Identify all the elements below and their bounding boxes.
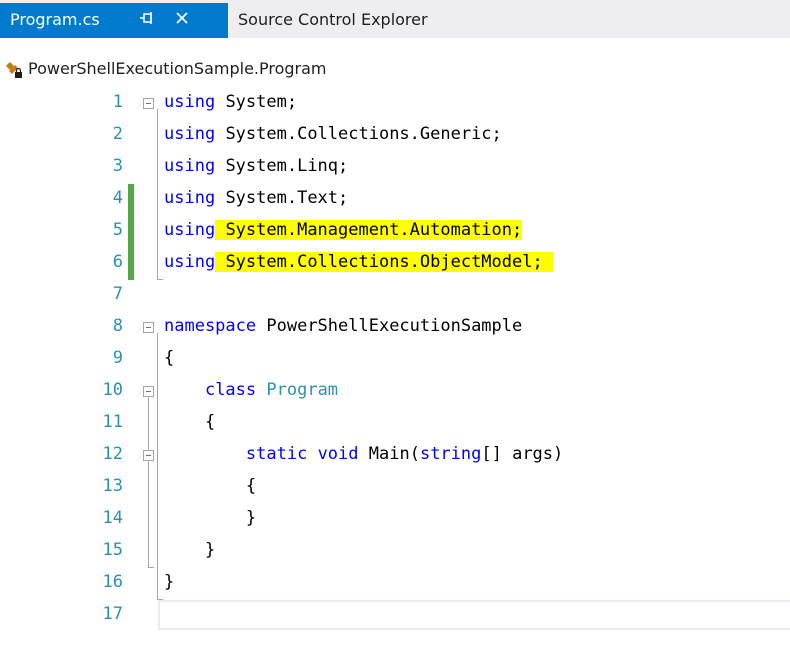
line-number: 12 bbox=[102, 444, 123, 464]
document-tab-strip: Program.cs Source Control Explorer bbox=[0, 0, 790, 38]
close-icon[interactable] bbox=[174, 7, 192, 31]
line-number: 15 bbox=[102, 540, 123, 560]
code-text: { bbox=[164, 348, 174, 368]
method-name: Main( bbox=[368, 444, 420, 464]
namespace-ref: System.Management.Automation; bbox=[225, 220, 523, 240]
namespace-ref: System.Collections.Generic; bbox=[225, 124, 502, 144]
code-text: } bbox=[164, 540, 215, 560]
line-number: 13 bbox=[102, 476, 123, 496]
collapse-icon[interactable] bbox=[143, 386, 154, 397]
code-line[interactable]: 9 { bbox=[0, 344, 790, 376]
code-text: class Program bbox=[164, 380, 338, 400]
collapse-icon[interactable] bbox=[143, 322, 154, 333]
code-line[interactable]: 15 } bbox=[0, 536, 790, 568]
tab-program-cs[interactable]: Program.cs bbox=[0, 3, 228, 38]
tab-label: Program.cs bbox=[10, 10, 100, 29]
line-number: 17 bbox=[102, 604, 123, 624]
open-brace: { bbox=[164, 348, 175, 368]
collapse-icon[interactable] bbox=[143, 98, 154, 109]
code-editor[interactable]: 1 using System; 2 using System.Collectio… bbox=[0, 88, 790, 648]
code-line[interactable]: 14 } bbox=[0, 504, 790, 536]
code-line[interactable]: 13 { bbox=[0, 472, 790, 504]
line-number: 14 bbox=[102, 508, 123, 528]
highlight-marker: System.Management.Automation; bbox=[215, 220, 523, 240]
line-number: 2 bbox=[112, 124, 123, 144]
code-text: using System.Text; bbox=[164, 188, 348, 208]
code-line[interactable]: 8 namespace PowerShellExecutionSample bbox=[0, 312, 790, 344]
code-text: static void Main(string[] args) bbox=[164, 444, 563, 464]
class-name: Program bbox=[266, 380, 339, 400]
highlight-marker: System.Collections.ObjectModel; bbox=[215, 252, 553, 272]
code-line[interactable]: 3 using System.Linq; bbox=[0, 152, 790, 184]
line-number: 16 bbox=[102, 572, 123, 592]
code-text: using System.Collections.ObjectModel; bbox=[164, 252, 553, 272]
line-number: 8 bbox=[112, 316, 123, 336]
line-number: 6 bbox=[112, 252, 123, 272]
change-marker bbox=[128, 216, 134, 248]
keyword-using: using bbox=[164, 124, 216, 144]
line-number: 4 bbox=[112, 188, 123, 208]
line-number: 7 bbox=[112, 284, 123, 304]
close-brace: } bbox=[204, 540, 216, 560]
close-brace: } bbox=[164, 572, 175, 592]
keyword-namespace: namespace bbox=[164, 316, 257, 336]
code-line[interactable]: 16 } bbox=[0, 568, 790, 600]
code-line[interactable]: 5 using System.Management.Automation; bbox=[0, 216, 790, 248]
keyword-void: void bbox=[317, 444, 359, 464]
keyword-string: string bbox=[419, 444, 482, 464]
namespace-ref: System; bbox=[225, 92, 298, 112]
line-number: 1 bbox=[112, 92, 123, 112]
code-line[interactable]: 4 using System.Text; bbox=[0, 184, 790, 216]
code-text: } bbox=[164, 508, 256, 528]
keyword-static: static bbox=[245, 444, 308, 464]
code-line[interactable]: 7 bbox=[0, 280, 790, 312]
close-brace: } bbox=[245, 508, 257, 528]
code-text: namespace PowerShellExecutionSample bbox=[164, 316, 522, 336]
navigation-bar[interactable]: PowerShellExecutionSample.Program bbox=[0, 54, 790, 89]
code-text: } bbox=[164, 572, 174, 592]
tab-label: Source Control Explorer bbox=[238, 10, 428, 29]
tab-source-control-explorer[interactable]: Source Control Explorer bbox=[228, 3, 498, 38]
line-number: 10 bbox=[102, 380, 123, 400]
code-text: using System.Linq; bbox=[164, 156, 348, 176]
namespace-ref: System.Text; bbox=[225, 188, 349, 208]
open-brace: { bbox=[245, 476, 257, 496]
collapse-icon[interactable] bbox=[143, 450, 154, 461]
code-line[interactable]: 17 bbox=[0, 600, 790, 632]
line-number: 5 bbox=[112, 220, 123, 240]
change-marker bbox=[128, 184, 134, 216]
change-marker bbox=[128, 248, 134, 280]
line-number: 11 bbox=[102, 412, 123, 432]
class-icon bbox=[4, 60, 24, 80]
pin-icon[interactable] bbox=[139, 11, 155, 29]
code-text: using System.Management.Automation; bbox=[164, 220, 523, 240]
keyword-using: using bbox=[164, 156, 216, 176]
line-number: 3 bbox=[112, 156, 123, 176]
code-line[interactable]: 1 using System; bbox=[0, 88, 790, 120]
keyword-using: using bbox=[164, 252, 216, 272]
keyword-using: using bbox=[164, 92, 216, 112]
code-text: using System; bbox=[164, 92, 297, 112]
namespace-ref: System.Collections.ObjectModel; bbox=[225, 252, 543, 272]
code-line[interactable]: 10 class Program bbox=[0, 376, 790, 408]
keyword-class: class bbox=[204, 380, 257, 400]
namespace-ref: System.Linq; bbox=[225, 156, 349, 176]
code-text: using System.Collections.Generic; bbox=[164, 124, 502, 144]
code-line[interactable]: 6 using System.Collections.ObjectModel; bbox=[0, 248, 790, 280]
code-text: { bbox=[164, 412, 215, 432]
method-params: [] args) bbox=[481, 444, 564, 464]
code-line[interactable]: 2 using System.Collections.Generic; bbox=[0, 120, 790, 152]
namespace-name: PowerShellExecutionSample bbox=[266, 316, 523, 336]
line-number: 9 bbox=[112, 348, 123, 368]
code-line[interactable]: 12 static void Main(string[] args) bbox=[0, 440, 790, 472]
code-line[interactable]: 11 { bbox=[0, 408, 790, 440]
type-dropdown-label: PowerShellExecutionSample.Program bbox=[28, 59, 327, 78]
open-brace: { bbox=[204, 412, 216, 432]
code-text: { bbox=[164, 476, 256, 496]
keyword-using: using bbox=[164, 188, 216, 208]
keyword-using: using bbox=[164, 220, 216, 240]
